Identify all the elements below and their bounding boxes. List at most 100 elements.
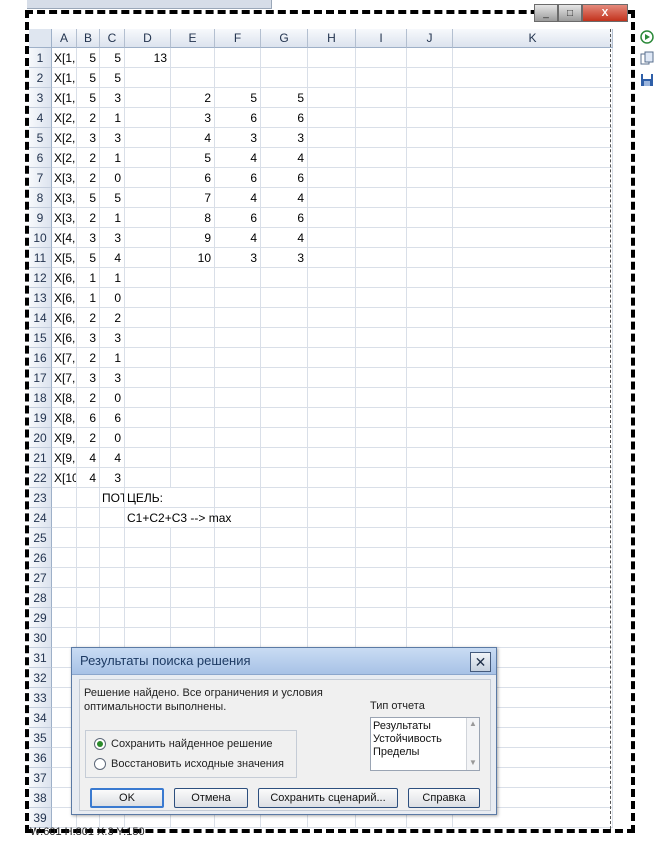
cell-a[interactable] <box>52 508 77 528</box>
cell-f[interactable] <box>215 408 261 428</box>
row-header[interactable]: 12 <box>29 268 52 288</box>
cell-e[interactable] <box>171 408 215 428</box>
cell-g[interactable] <box>261 308 308 328</box>
copy-icon[interactable] <box>639 50 655 66</box>
cell-f[interactable]: 4 <box>215 148 261 168</box>
column-header-j[interactable]: J <box>407 29 453 48</box>
cell-a[interactable]: X[8, 11 <box>52 408 77 428</box>
row-header[interactable]: 22 <box>29 468 52 488</box>
cell-a[interactable] <box>52 608 77 628</box>
cell-a[interactable]: X[2, 3] <box>52 108 77 128</box>
cell-c[interactable]: 3 <box>100 228 125 248</box>
cell-b[interactable]: 2 <box>77 108 100 128</box>
cell-e[interactable]: 10 <box>171 248 215 268</box>
cell-c[interactable]: 5 <box>100 188 125 208</box>
cell-e[interactable] <box>171 328 215 348</box>
help-button[interactable]: Справка <box>408 788 480 808</box>
cell-j[interactable] <box>407 428 453 448</box>
cell-f[interactable]: 6 <box>215 108 261 128</box>
cell-k[interactable] <box>453 228 613 248</box>
cell-c[interactable]: 3 <box>100 468 125 488</box>
cell-c[interactable]: 1 <box>100 208 125 228</box>
cell-k[interactable] <box>453 468 613 488</box>
row-header[interactable]: 31 <box>29 648 52 668</box>
cell-e[interactable] <box>171 368 215 388</box>
cell-i[interactable] <box>356 528 407 548</box>
cell-f[interactable]: 4 <box>215 188 261 208</box>
cell-g[interactable] <box>261 288 308 308</box>
cell-c[interactable]: 3 <box>100 128 125 148</box>
row-header[interactable]: 39 <box>29 808 52 828</box>
cell-b[interactable]: 3 <box>77 328 100 348</box>
close-window-button[interactable]: X <box>582 4 628 22</box>
cell-f[interactable]: 6 <box>215 168 261 188</box>
cell-c[interactable]: 0 <box>100 168 125 188</box>
cell-j[interactable] <box>407 508 453 528</box>
column-header-e[interactable]: E <box>171 29 215 48</box>
cell-i[interactable] <box>356 388 407 408</box>
cell-e[interactable] <box>171 608 215 628</box>
cell-h[interactable] <box>308 388 356 408</box>
cell-b[interactable]: 2 <box>77 208 100 228</box>
cell-g[interactable] <box>261 68 308 88</box>
cell-f[interactable] <box>215 368 261 388</box>
row-header[interactable]: 14 <box>29 308 52 328</box>
cell-f[interactable] <box>215 68 261 88</box>
row-header[interactable]: 19 <box>29 408 52 428</box>
radio-selected-icon[interactable] <box>94 738 106 750</box>
cell-b[interactable]: 2 <box>77 168 100 188</box>
cell-b[interactable]: 5 <box>77 188 100 208</box>
row-header[interactable]: 25 <box>29 528 52 548</box>
play-icon[interactable] <box>639 29 655 45</box>
cell-j[interactable] <box>407 488 453 508</box>
column-header-d[interactable]: D <box>125 29 171 48</box>
cell-j[interactable] <box>407 148 453 168</box>
cell-a[interactable]: X[6, 5] <box>52 268 77 288</box>
cell-k[interactable] <box>453 548 613 568</box>
cell-k[interactable] <box>453 628 613 648</box>
cell-k[interactable] <box>453 428 613 448</box>
cell-f[interactable] <box>215 328 261 348</box>
row-header[interactable]: 8 <box>29 188 52 208</box>
cell-k[interactable] <box>453 48 613 68</box>
cell-k[interactable] <box>453 508 613 528</box>
save-scenario-button[interactable]: Сохранить сценарий... <box>258 788 398 808</box>
cell-a[interactable]: X[8, 9] <box>52 388 77 408</box>
cell-i[interactable] <box>356 208 407 228</box>
cell-d[interactable] <box>125 108 171 128</box>
cell-i[interactable] <box>356 128 407 148</box>
cell-h[interactable] <box>308 588 356 608</box>
cell-g[interactable] <box>261 268 308 288</box>
cell-k[interactable] <box>453 588 613 608</box>
cell-d[interactable] <box>125 348 171 368</box>
cell-c[interactable]: 1 <box>100 348 125 368</box>
cell-i[interactable] <box>356 368 407 388</box>
cell-h[interactable] <box>308 68 356 88</box>
cell-d[interactable] <box>125 328 171 348</box>
cell-j[interactable] <box>407 308 453 328</box>
cell-g[interactable]: 4 <box>261 148 308 168</box>
cell-j[interactable] <box>407 128 453 148</box>
cell-h[interactable] <box>308 308 356 328</box>
row-header[interactable]: 4 <box>29 108 52 128</box>
cell-a[interactable]: X[3, 6] <box>52 188 77 208</box>
column-header-k[interactable]: K <box>453 29 613 48</box>
cell-b[interactable] <box>77 628 100 648</box>
cell-h[interactable] <box>308 548 356 568</box>
cell-c[interactable]: 0 <box>100 428 125 448</box>
row-header[interactable]: 21 <box>29 448 52 468</box>
cell-j[interactable] <box>407 228 453 248</box>
cell-c[interactable] <box>100 588 125 608</box>
cell-h[interactable] <box>308 328 356 348</box>
cell-i[interactable] <box>356 488 407 508</box>
cell-c[interactable]: 0 <box>100 288 125 308</box>
cell-c[interactable]: 6 <box>100 408 125 428</box>
cell-d[interactable] <box>125 288 171 308</box>
cell-a[interactable]: X[3, 7] <box>52 208 77 228</box>
cell-i[interactable] <box>356 568 407 588</box>
cell-b[interactable]: 2 <box>77 148 100 168</box>
cell-e[interactable] <box>171 528 215 548</box>
cell-i[interactable] <box>356 228 407 248</box>
cell-e[interactable]: 5 <box>171 148 215 168</box>
cell-d[interactable] <box>125 368 171 388</box>
